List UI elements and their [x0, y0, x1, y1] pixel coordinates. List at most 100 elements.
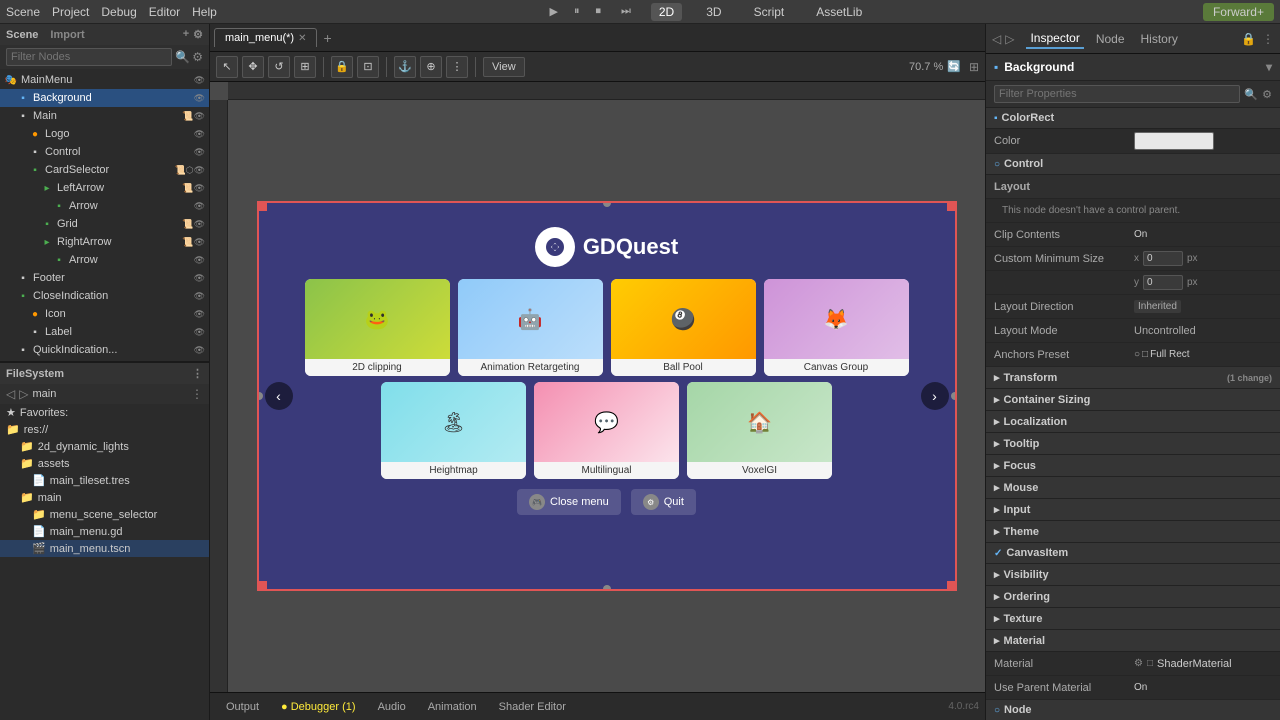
nav-left-arrow[interactable]: ‹ — [265, 382, 293, 410]
fs-res[interactable]: 📁 res:// — [0, 421, 209, 438]
section-node[interactable]: ○ Node — [986, 700, 1280, 720]
fs-assets[interactable]: 📁 assets — [0, 455, 209, 472]
tab-history[interactable]: History — [1137, 30, 1182, 48]
filter-prop-search-icon[interactable]: 🔍 — [1244, 88, 1258, 101]
zoom-reset-icon[interactable]: 🔄 — [947, 60, 961, 73]
tree-item-footer[interactable]: ▪ Footer 👁 — [0, 269, 209, 287]
card-ball-pool[interactable]: 🎱 Ball Pool — [611, 279, 756, 376]
inspector-forward-icon[interactable]: ▷ — [1005, 32, 1014, 46]
pause-btn[interactable]: ⏸ — [574, 5, 580, 18]
tree-item-closeindication[interactable]: ▪ CloseIndication 👁 — [0, 287, 209, 305]
menu-project[interactable]: Project — [52, 5, 89, 19]
quit-btn[interactable]: ⚙ Quit — [631, 489, 696, 515]
handle-tr[interactable] — [947, 203, 955, 211]
tree-item-label[interactable]: ▪ Label 👁 — [0, 323, 209, 341]
tree-item-background[interactable]: ▪ Background 👁 — [0, 89, 209, 107]
section-colorrect[interactable]: ▪ ColorRect — [986, 108, 1280, 129]
tree-item-arrow2[interactable]: ▪ Arrow 👁 — [0, 251, 209, 269]
inspector-options-icon[interactable]: ⋮ — [1262, 32, 1274, 46]
tab-shader-editor[interactable]: Shader Editor — [489, 698, 576, 716]
import-btn[interactable]: Import — [50, 29, 84, 41]
toolbar-lock-btn[interactable]: 🔒 — [331, 56, 353, 78]
inspector-lock-icon[interactable]: 🔒 — [1241, 32, 1256, 46]
toolbar-more-btn[interactable]: ⋮ — [446, 56, 468, 78]
filesystem-header[interactable]: FileSystem ⋮ — [0, 363, 209, 384]
tab-audio[interactable]: Audio — [368, 698, 416, 716]
filter-nodes-input[interactable] — [6, 48, 172, 66]
tree-item-logo[interactable]: ● Logo 👁 — [0, 125, 209, 143]
toolbar-move-btn[interactable]: ✥ — [242, 56, 264, 78]
section-theme[interactable]: ▸ Theme — [986, 521, 1280, 543]
tab-output[interactable]: Output — [216, 698, 269, 716]
section-ordering[interactable]: ▸ Ordering — [986, 586, 1280, 608]
nav-right-arrow[interactable]: › — [921, 382, 949, 410]
grid-snap-icon[interactable]: ⊞ — [969, 60, 979, 74]
tree-item-arrow1[interactable]: ▪ Arrow 👁 — [0, 197, 209, 215]
fs-main-tscn[interactable]: 🎬 main_menu.tscn — [0, 540, 209, 557]
stop-btn[interactable]: ⏹ — [595, 5, 601, 18]
toolbar-view-btn[interactable]: View — [483, 57, 525, 77]
tab-close-icon[interactable]: ✕ — [298, 33, 306, 44]
section-input[interactable]: ▸ Input — [986, 499, 1280, 521]
toolbar-pivot-btn[interactable]: ⊕ — [420, 56, 442, 78]
mode-assetlib[interactable]: AssetLib — [808, 3, 870, 21]
section-transform[interactable]: ▸ Transform (1 change) — [986, 367, 1280, 389]
section-material[interactable]: ▸ Material — [986, 630, 1280, 652]
fs-options-icon[interactable]: ⋮ — [191, 387, 203, 401]
mode-2d[interactable]: 2D — [651, 3, 682, 21]
inspector-back-icon[interactable]: ◁ — [992, 32, 1001, 46]
menu-scene[interactable]: Scene — [6, 5, 40, 19]
card-heightmap[interactable]: 🏝 Heightmap — [381, 382, 526, 479]
color-swatch[interactable] — [1134, 132, 1214, 150]
card-canvas-group[interactable]: 🦊 Canvas Group — [764, 279, 909, 376]
tab-debugger[interactable]: ● Debugger (1) — [271, 698, 366, 716]
section-canvasitem[interactable]: ✓ CanvasItem — [986, 543, 1280, 564]
tree-item-rightarrow[interactable]: ▸ RightArrow 📜 👁 — [0, 233, 209, 251]
fs-main-folder[interactable]: 📁 main — [0, 489, 209, 506]
play-btn[interactable]: ▶ — [550, 5, 558, 18]
scene-add-icon[interactable]: + — [183, 28, 189, 41]
tree-item-quitindication[interactable]: ▪ QuickIndication... 👁 — [0, 341, 209, 359]
anchor-left[interactable] — [257, 392, 263, 400]
section-mouse[interactable]: ▸ Mouse — [986, 477, 1280, 499]
filter-options-icon[interactable]: ⚙ — [192, 50, 203, 64]
toolbar-rotate-btn[interactable]: ↺ — [268, 56, 290, 78]
tree-item-grid[interactable]: ▪ Grid 📜 👁 — [0, 215, 209, 233]
anchor-bottom[interactable] — [603, 585, 611, 591]
editor-tab-main-menu[interactable]: main_menu(*) ✕ — [214, 28, 317, 47]
close-menu-btn[interactable]: 🎮 Close menu — [517, 489, 621, 515]
section-control[interactable]: ○ Control — [986, 154, 1280, 175]
section-localization[interactable]: ▸ Localization — [986, 411, 1280, 433]
handle-bl[interactable] — [259, 581, 267, 589]
section-visibility[interactable]: ▸ Visibility — [986, 564, 1280, 586]
toolbar-select-btn[interactable]: ↖ — [216, 56, 238, 78]
card-animation-retargeting[interactable]: 🤖 Animation Retargeting — [458, 279, 603, 376]
fs-menu-icon[interactable]: ⋮ — [192, 367, 203, 380]
tab-inspector[interactable]: Inspector — [1026, 29, 1083, 49]
tree-item-main[interactable]: ▪ Main 📜 👁 — [0, 107, 209, 125]
fs-tileset[interactable]: 📄 main_tileset.tres — [0, 472, 209, 489]
menu-editor[interactable]: Editor — [149, 5, 180, 19]
handle-tl[interactable] — [259, 203, 267, 211]
section-texture[interactable]: ▸ Texture — [986, 608, 1280, 630]
tree-item-control[interactable]: ▪ Control 👁 — [0, 143, 209, 161]
custom-min-x[interactable] — [1143, 251, 1183, 266]
fs-menu-scene-selector[interactable]: 📁 menu_scene_selector — [0, 506, 209, 523]
toolbar-anchor-btn[interactable]: ⚓ — [394, 56, 416, 78]
mode-3d[interactable]: 3D — [698, 3, 729, 21]
menu-help[interactable]: Help — [192, 5, 217, 19]
add-tab-button[interactable]: + — [323, 30, 331, 46]
card-voxelgi[interactable]: 🏠 VoxelGI — [687, 382, 832, 479]
handle-br[interactable] — [947, 581, 955, 589]
tree-item-leftarrow[interactable]: ▸ LeftArrow 📜 👁 — [0, 179, 209, 197]
mode-script[interactable]: Script — [746, 3, 793, 21]
node-expand-icon[interactable]: ▾ — [1266, 60, 1272, 74]
filter-icon[interactable]: 🔍 — [175, 50, 190, 64]
toolbar-group-btn[interactable]: ⊡ — [357, 56, 379, 78]
scene-link-icon[interactable]: ⚙ — [193, 28, 203, 41]
tab-node[interactable]: Node — [1092, 30, 1129, 48]
anchor-right[interactable] — [951, 392, 957, 400]
step-btn[interactable]: ⏭ — [621, 5, 631, 18]
forward-button[interactable]: Forward+ — [1203, 3, 1274, 21]
tree-item-mainmenu[interactable]: 🎭 MainMenu 👁 — [0, 71, 209, 89]
